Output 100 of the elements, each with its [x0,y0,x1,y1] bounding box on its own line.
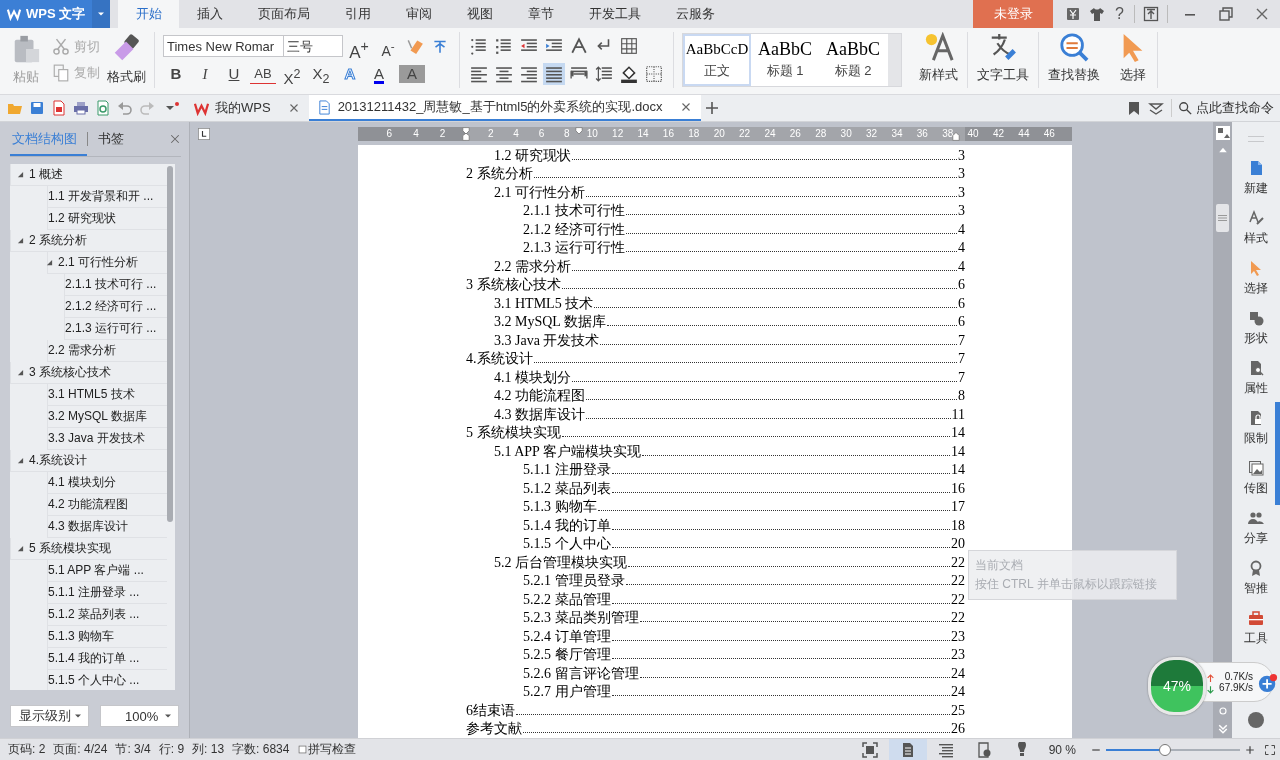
toc-entry[interactable]: 5.2.4 订单管理 [523,627,611,645]
share-tool-button[interactable]: 分享 [1244,510,1268,560]
toc-entry[interactable]: 5.1.3 购物车 [523,498,597,515]
toc-entry[interactable]: 1.2 研究现状 [494,146,571,164]
toc-entry[interactable]: 2.1 可行性分析 [494,183,585,201]
outline-item[interactable]: 2.1.3 运行可行 ... [65,320,157,337]
toc-entry[interactable]: 5.1.1 注册登录 [523,461,611,478]
toc-entry[interactable]: 5.1.5 个人中心 [523,535,611,552]
outline-item[interactable]: 2.1.1 技术可行 ... [65,276,157,293]
outline-item[interactable]: 1 概述 [29,166,63,183]
format-painter-button[interactable]: 格式刷 [106,34,146,86]
toc-entry[interactable]: 3 系统核心技术 [466,276,561,293]
outline-item[interactable]: 4.3 数据库设计 [48,518,128,535]
zoom-dropdown[interactable]: 100% [100,705,179,727]
outline-item[interactable]: 5.1 APP 客户端 ... [48,562,144,579]
shade-button[interactable]: A [399,65,425,83]
toc-entry[interactable]: 2.1.1 技术可行性 [523,202,625,219]
shrink-font-button[interactable]: A$^{-}$ [375,35,401,57]
toc-entry[interactable]: 6结束语 [466,701,515,719]
ribbon-tab[interactable]: 引用 [327,0,388,28]
recommend-tool-button[interactable]: 智推 [1244,560,1268,610]
style-option[interactable]: AaBbC 标题 2 [819,34,887,86]
outline-item[interactable]: 2 系统分析 [29,232,87,249]
toc-entry[interactable]: 4.3 数据库设计 [494,405,585,423]
toc-entry[interactable]: 5.2.6 留言评论管理 [523,664,639,682]
outline-item[interactable]: 2.1 可行性分析 [58,254,138,271]
toc-entry[interactable]: 5.2.3 菜品类别管理 [523,609,639,626]
outline-item[interactable]: 3.1 HTML5 技术 [48,386,135,403]
outline-item[interactable]: 4.2 功能流程图 [48,496,128,513]
find-button[interactable]: 查找替换 [1039,32,1109,88]
toc-entry[interactable]: 5.1 APP 客户端模块实现 [494,442,641,460]
grow-font-button[interactable]: A$^{+}$ [346,35,372,57]
bold-button[interactable]: B [163,63,189,85]
strike-button[interactable]: AB [250,64,276,84]
font-size-field[interactable]: 三号 [283,35,343,57]
picture-tool-button[interactable]: 传图 [1244,460,1268,510]
ribbon-tab[interactable]: 插入 [179,0,240,28]
spell-check-toggle[interactable]: 拼写检查 [297,741,357,758]
document-tab[interactable]: 我的WPS [186,95,309,121]
style-option[interactable]: AaBbCcD 正文 [683,34,751,86]
tools-tool-button[interactable]: 工具 [1244,610,1268,660]
italic-button[interactable]: I [192,63,218,85]
text-tools-button[interactable]: 文字工具 [968,32,1039,88]
outline-item[interactable]: 2.1.2 经济可行 ... [65,298,157,315]
toc-entry[interactable]: 参考文献 [466,720,522,737]
outline-item[interactable]: 1.1 开发背景和开 ... [48,188,154,205]
style-option[interactable]: AaBbC 标题 1 [751,34,819,86]
new-tool-button[interactable]: 新建 [1244,160,1268,210]
app-menu-button[interactable]: WPS 文字 [0,0,92,28]
toc-entry[interactable]: 5 系统模块实现 [466,424,561,441]
toc-entry[interactable]: 2.1.3 运行可行性 [523,239,625,256]
level-dropdown[interactable]: 显示级别 [10,705,89,727]
toc-entry[interactable]: 5.1.4 我的订单 [523,516,611,534]
outline-item[interactable]: 3.3 Java 开发技术 [48,430,145,447]
sidebar-tab[interactable]: 书签 [87,132,134,146]
toc-entry[interactable]: 4.2 功能流程图 [494,387,585,404]
props-tool-button[interactable]: 属性 [1244,360,1268,410]
style-tool-button[interactable]: 样式 [1244,210,1268,260]
toc-entry[interactable]: 3.1 HTML5 技术 [494,294,594,312]
toc-entry[interactable]: 2.1.2 经济可行性 [523,220,625,238]
toc-entry[interactable]: 5.2.7 用户管理 [523,683,611,700]
ribbon-tab[interactable]: 云服务 [658,0,732,28]
underline-button[interactable]: U [221,63,247,85]
toc-entry[interactable]: 5.2 后台管理模块实现 [494,553,627,571]
zoom-percent[interactable]: 90 % [1048,742,1076,757]
toc-entry[interactable]: 2.2 需求分析 [494,257,571,275]
ribbon-tab[interactable]: 审阅 [388,0,449,28]
ribbon-tab[interactable]: 页面布局 [240,0,327,28]
outline-item[interactable]: 5.1.5 个人中心 ... [48,672,140,689]
select-tool-button[interactable]: 选择 [1244,260,1268,310]
toc-entry[interactable]: 4.1 模块划分 [494,368,571,386]
outline-item[interactable]: 4.系统设计 [29,452,87,469]
document-tab[interactable]: 20131211432_周慧敏_基于html5的外卖系统的实现.docx [308,95,701,121]
outline-item[interactable]: 3 系统核心技术 [29,364,111,381]
restrict-tool-button[interactable]: 限制 [1244,410,1268,460]
shape-tool-button[interactable]: 形状 [1244,310,1268,360]
outline-item[interactable]: 5.1.4 我的订单 ... [48,650,140,667]
outline-item[interactable]: 2.2 需求分析 [48,342,116,359]
outline-item[interactable]: 3.2 MySQL 数据库 [48,408,147,425]
ribbon-tab[interactable]: 开始 [118,0,179,28]
toc-entry[interactable]: 2 系统分析 [466,165,533,182]
color-button[interactable]: A [366,63,392,85]
outline-item[interactable]: 5 系统模块实现 [29,540,111,557]
outline-item[interactable]: 5.1.3 购物车 [48,628,115,645]
toc-entry[interactable]: 3.2 MySQL 数据库 [494,313,606,330]
toc-entry[interactable]: 5.2.1 管理员登录 [523,572,625,589]
select-button[interactable]: 选择 [1109,32,1158,88]
toc-entry[interactable]: 3.3 Java 开发技术 [494,331,600,349]
font-name-field[interactable]: Times New Romar [163,35,284,57]
outline-item[interactable]: 5.1.1 注册登录 ... [48,584,140,601]
command-search-field[interactable]: 点此查找命令 [1171,99,1280,117]
outline-item[interactable]: 4.1 模块划分 [48,474,116,491]
sup-button[interactable]: X$^{2}$ [279,63,305,85]
help-button[interactable]: ? [1115,5,1124,23]
toc-entry[interactable]: 5.2.5 餐厅管理 [523,646,611,663]
outline-item[interactable]: 1.2 研究现状 [48,210,116,227]
ribbon-tab[interactable]: 章节 [510,0,571,28]
toc-entry[interactable]: 5.2.2 菜品管理 [523,590,611,608]
toc-entry[interactable]: 4.系统设计 [466,350,533,367]
new-style-button[interactable]: 新样式 [910,32,968,88]
